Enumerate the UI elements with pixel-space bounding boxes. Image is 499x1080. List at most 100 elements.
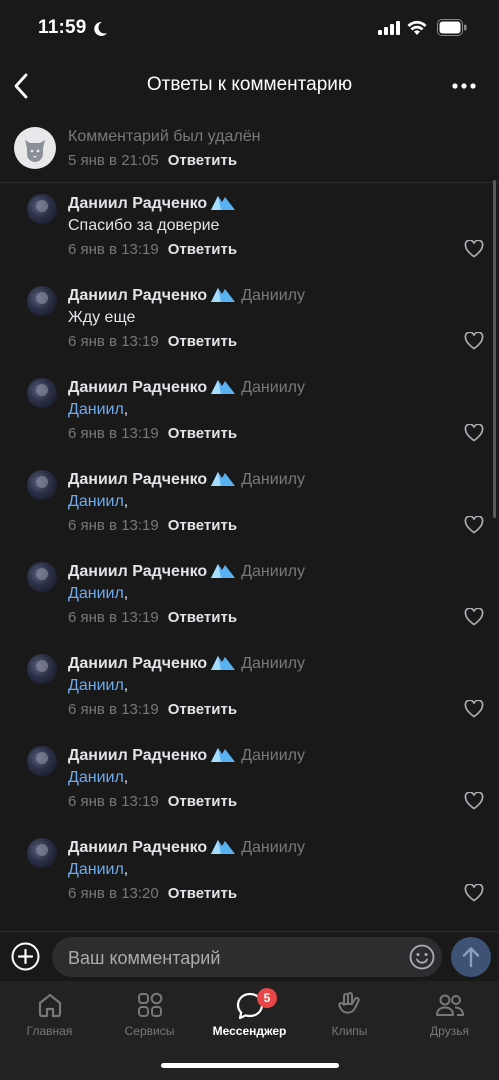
comment-meta: 6 янв в 13:19 Ответить: [68, 425, 237, 442]
reply-to-label[interactable]: Даниилу: [241, 563, 305, 580]
avatar[interactable]: [27, 194, 57, 224]
comment-date: 6 янв в 13:19: [68, 793, 159, 810]
reply-button[interactable]: Ответить: [168, 241, 237, 258]
reply-comment: Даниил Радченко Даниилу Жду еще 6 янв в 1…: [0, 274, 499, 366]
mention-link[interactable]: Даниил: [68, 861, 124, 878]
verified-badge-icon: [211, 380, 236, 394]
add-attachment-icon[interactable]: [11, 942, 40, 971]
comment-text: Даниил,: [68, 861, 129, 878]
moon-icon: [94, 21, 107, 36]
reply-button[interactable]: Ответить: [168, 517, 237, 534]
heart-icon[interactable]: [464, 792, 484, 810]
reply-button[interactable]: Ответить: [168, 885, 237, 902]
heart-icon[interactable]: [464, 424, 484, 442]
tab-label: Сервисы: [124, 1024, 175, 1038]
tab-label: Мессенджер: [212, 1024, 287, 1038]
avatar[interactable]: [27, 286, 57, 316]
clips-icon: [337, 992, 360, 1014]
tab-clips[interactable]: Клипы: [300, 981, 399, 1051]
comment-date: 6 янв в 13:19: [68, 701, 159, 718]
reply-button[interactable]: Ответить: [168, 152, 237, 169]
author-name[interactable]: Даниил Радченко: [68, 839, 207, 856]
reply-comment: Даниил Радченко Даниилу Даниил, 6 янв в 1…: [0, 642, 499, 734]
verified-badge-icon: [211, 564, 236, 578]
tab-label: Клипы: [331, 1024, 368, 1038]
heart-icon[interactable]: [464, 700, 484, 718]
avatar[interactable]: [27, 378, 57, 408]
home-icon: [38, 993, 61, 1018]
comment-text: Спасибо за доверие: [68, 217, 220, 234]
reply-button[interactable]: Ответить: [168, 333, 237, 350]
reply-to-label[interactable]: Даниилу: [241, 287, 305, 304]
reply-to-label[interactable]: Даниилу: [241, 379, 305, 396]
heart-icon[interactable]: [464, 240, 484, 258]
author-name[interactable]: Даниил Радченко: [68, 379, 207, 396]
avatar[interactable]: [27, 838, 57, 868]
status-time: 11:59: [38, 17, 87, 38]
friends-icon: [435, 994, 464, 1016]
nav-header: Ответы к комментарию: [0, 58, 499, 114]
reply-button[interactable]: Ответить: [168, 609, 237, 626]
reply-comment: Даниил Радченко Даниилу Даниил, 6 янв в 1…: [0, 458, 499, 550]
tab-messenger[interactable]: Мессенджер: [200, 981, 299, 1051]
reply-comment: Даниил Радченко Даниилу Даниил, 6 янв в 1…: [0, 550, 499, 642]
comment-text: Даниил,: [68, 585, 129, 602]
mention-link[interactable]: Даниил: [68, 769, 124, 786]
tab-home[interactable]: Главная: [0, 981, 99, 1051]
tab-label: Друзья: [430, 1024, 469, 1038]
comment-meta: 6 янв в 13:19 Ответить: [68, 793, 237, 810]
reply-button[interactable]: Ответить: [168, 425, 237, 442]
avatar[interactable]: [27, 562, 57, 592]
more-options-icon[interactable]: [448, 74, 480, 98]
heart-icon[interactable]: [464, 884, 484, 902]
reply-button[interactable]: Ответить: [168, 793, 237, 810]
mention-link[interactable]: Даниил: [68, 493, 124, 510]
comment-input[interactable]: [66, 937, 390, 979]
emoji-icon[interactable]: [409, 944, 435, 970]
wifi-icon: [407, 20, 427, 35]
avatar[interactable]: [27, 746, 57, 776]
reply-to-label[interactable]: Даниилу: [241, 655, 305, 672]
tab-friends[interactable]: Друзья: [400, 981, 499, 1051]
author-name[interactable]: Даниил Радченко: [68, 195, 207, 212]
heart-icon[interactable]: [464, 332, 484, 350]
comment-date: 6 янв в 13:20: [68, 885, 159, 902]
author-name[interactable]: Даниил Радченко: [68, 747, 207, 764]
author-name[interactable]: Даниил Радченко: [68, 287, 207, 304]
tab-services[interactable]: Сервисы: [100, 981, 199, 1051]
scrollbar[interactable]: [493, 180, 496, 518]
comment-meta: 6 янв в 13:19 Ответить: [68, 333, 237, 350]
heart-icon[interactable]: [464, 608, 484, 626]
comment-date: 6 янв в 13:19: [68, 241, 159, 258]
comment-date: 6 янв в 13:19: [68, 425, 159, 442]
avatar[interactable]: [27, 470, 57, 500]
comment-composer: [0, 931, 499, 982]
parent-comment: Комментарий был удалён 5 янв в 21:05 Отве…: [0, 114, 499, 183]
comment-date: 6 янв в 13:19: [68, 517, 159, 534]
reply-to-label[interactable]: Даниилу: [241, 471, 305, 488]
comment-text: Даниил,: [68, 493, 129, 510]
reply-to-label[interactable]: Даниилу: [241, 839, 305, 856]
author-name[interactable]: Даниил Радченко: [68, 655, 207, 672]
mention-link[interactable]: Даниил: [68, 677, 124, 694]
mention-link[interactable]: Даниил: [68, 585, 124, 602]
dog-icon: [25, 140, 45, 162]
deleted-comment-text: Комментарий был удалён: [68, 128, 261, 145]
verified-badge-icon: [211, 840, 236, 854]
cellular-signal-icon: [378, 21, 400, 35]
reply-button[interactable]: Ответить: [168, 701, 237, 718]
reply-comment: Даниил Радченко Даниилу Даниил, 6 янв в 1…: [0, 366, 499, 458]
mention-link[interactable]: Даниил: [68, 401, 124, 418]
author-name[interactable]: Даниил Радченко: [68, 563, 207, 580]
comment-meta: 6 янв в 13:20 Ответить: [68, 885, 237, 902]
verified-badge-icon: [211, 748, 236, 762]
messenger-unread-badge: 5: [257, 988, 277, 1008]
send-button[interactable]: [451, 937, 491, 977]
reply-to-label[interactable]: Даниилу: [241, 747, 305, 764]
comment-date: 6 янв в 13:19: [68, 609, 159, 626]
avatar[interactable]: [27, 654, 57, 684]
heart-icon[interactable]: [464, 516, 484, 534]
author-name[interactable]: Даниил Радченко: [68, 471, 207, 488]
comment-text: Даниил,: [68, 769, 129, 786]
page-title: Ответы к комментарию: [146, 74, 353, 95]
